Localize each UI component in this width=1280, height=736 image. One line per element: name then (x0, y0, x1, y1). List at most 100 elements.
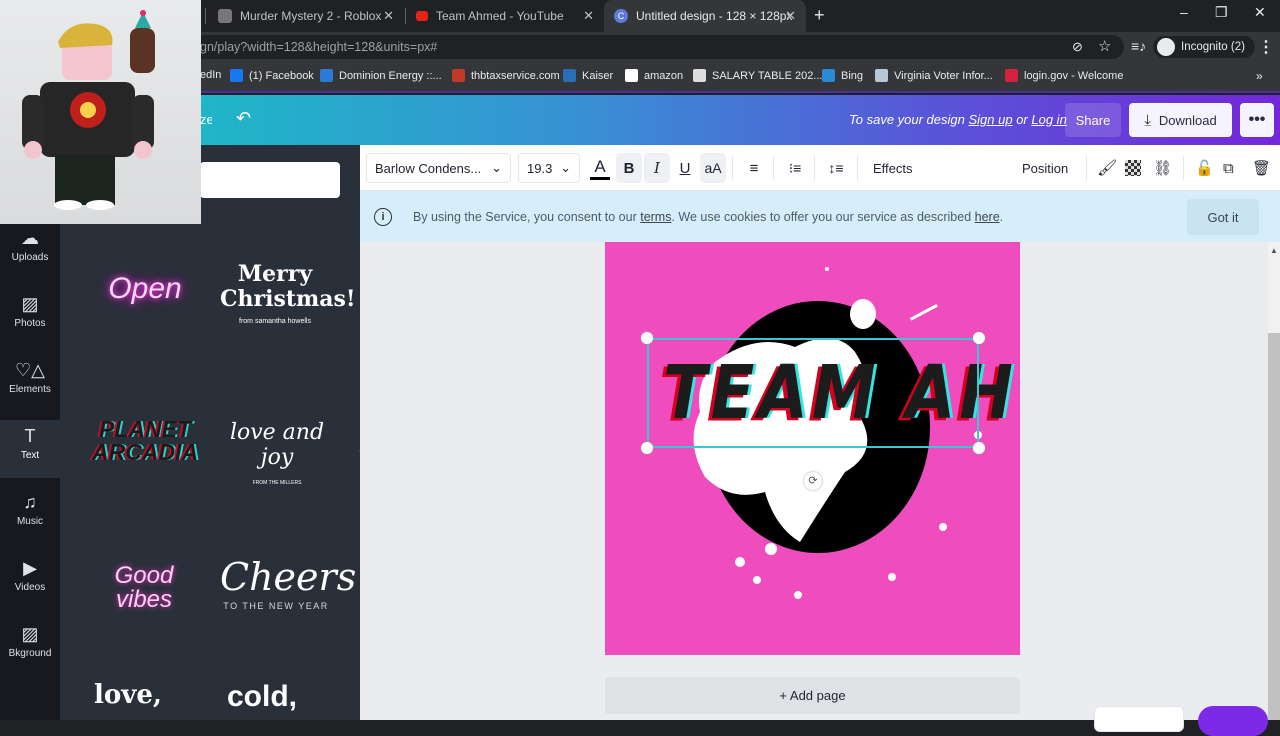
terms-link[interactable]: terms (640, 210, 671, 224)
rail-item-videos[interactable]: ▶ Videos (0, 552, 60, 610)
template-search-input[interactable] (200, 162, 340, 198)
template-cold[interactable]: cold, (227, 680, 297, 714)
new-tab-button[interactable]: + (814, 5, 825, 26)
align-center-button[interactable]: ≡ (744, 153, 764, 183)
rail-item-uploads[interactable]: ☁ Uploads (0, 222, 60, 280)
close-window-button[interactable]: ✕ (1254, 4, 1266, 21)
template-title: cold, (227, 680, 298, 713)
spacing-button[interactable]: ↕≡ (826, 153, 846, 183)
bookmarks-overflow-button[interactable]: » (1256, 69, 1263, 83)
rail-item-text[interactable]: T Text (0, 420, 60, 478)
bookmark-dominion[interactable]: Dominion Energy ::... (320, 69, 442, 82)
bkground-icon: ▨ (21, 624, 39, 644)
text-color-icon: A (594, 156, 606, 176)
position-button[interactable]: Position (1022, 153, 1068, 183)
got-it-button[interactable]: Got it (1187, 199, 1259, 235)
resize-handle-bottom-right[interactable] (973, 442, 985, 454)
letter-case-button[interactable]: aA (700, 153, 726, 183)
letter-case-icon: aA (704, 160, 722, 176)
close-tab-icon[interactable]: ✕ (785, 8, 796, 24)
tab-youtube[interactable]: Team Ahmed - YouTube ✕ (406, 0, 604, 32)
profile-label: Incognito (2) (1181, 41, 1245, 53)
share-button[interactable]: Share (1065, 103, 1121, 137)
rail-item-photos[interactable]: ▨ Photos (0, 288, 60, 346)
transparency-button[interactable] (1124, 153, 1142, 183)
resize-handle-bottom-left[interactable] (641, 442, 653, 454)
rail-item-music[interactable]: ♫ Music (0, 486, 60, 544)
bookmark-amazon[interactable]: amazon (625, 69, 683, 82)
template-love-and-joy[interactable]: love and joy FROM THE MILLERS (222, 420, 332, 486)
here-link[interactable]: here (975, 210, 1000, 224)
salary-icon (693, 69, 706, 82)
toolbar-divider (1183, 156, 1184, 180)
tab-title: Team Ahmed - YouTube (436, 9, 564, 23)
scrollbar-thumb[interactable] (1268, 333, 1280, 720)
bookmark-facebook[interactable]: (1) Facebook (230, 69, 314, 82)
italic-button[interactable]: I (644, 153, 670, 183)
scroll-up-arrow-icon[interactable]: ▲ (1270, 246, 1278, 255)
close-tab-icon[interactable]: ✕ (583, 8, 594, 24)
add-page-button[interactable]: + Add page (605, 677, 1020, 714)
font-size-dropdown[interactable]: 19.3 ⌄ (518, 153, 580, 183)
bookmark-bing[interactable]: Bing (822, 69, 863, 82)
bookmark-logingov[interactable]: login.gov - Welcome (1005, 69, 1123, 82)
rail-item-label: Bkground (8, 648, 52, 659)
bookmark-linkedin[interactable]: edIn (200, 69, 221, 81)
rotate-handle-icon[interactable]: ⟳ (804, 472, 822, 490)
rail-item-elements[interactable]: ♡△ Elements (0, 354, 60, 412)
browser-menu-icon[interactable]: ⋮ (1258, 37, 1274, 57)
lock-button[interactable]: 🔓 (1195, 153, 1214, 183)
effects-button[interactable]: Effects (873, 153, 913, 183)
tab-roblox[interactable]: Murder Mystery 2 - Roblox ✕ (208, 0, 404, 32)
log-in-link[interactable]: Log in (1031, 112, 1066, 127)
delete-button[interactable]: 🗑 (1252, 153, 1271, 183)
bookmark-label: login.gov - Welcome (1024, 69, 1124, 82)
tab-canva[interactable]: C Untitled design - 128 × 128px ✕ (604, 0, 806, 32)
tracking-blocked-icon[interactable]: ⊘ (1072, 39, 1083, 55)
copy-style-button[interactable]: 🖌 (1097, 153, 1117, 183)
font-name: Barlow Condens... (375, 160, 482, 176)
bookmark-tax[interactable]: thbtaxservice.com (452, 69, 560, 82)
link-button[interactable]: ⛓ (1153, 153, 1172, 183)
sign-up-link[interactable]: Sign up (968, 112, 1012, 127)
maximize-button[interactable]: ❐ (1215, 4, 1228, 21)
underline-button[interactable]: U (674, 153, 696, 183)
undo-icon[interactable]: ↶ (236, 108, 251, 129)
avatar-overlay (0, 0, 201, 224)
list-button[interactable]: ⁝≡ (785, 153, 805, 183)
close-tab-icon[interactable]: ✕ (383, 8, 394, 24)
resize-handle-top-left[interactable] (641, 332, 653, 344)
url-text: gn/play?width=128&height=128&units=px# (200, 40, 438, 54)
youtube-icon (416, 11, 428, 21)
elements-icon: ♡△ (15, 360, 45, 380)
download-button[interactable]: ⤓ Download (1129, 103, 1232, 137)
template-planet-arcadia[interactable]: PLANET ARCADIA (92, 418, 198, 464)
template-good-vibes[interactable]: Good vibes (104, 564, 184, 612)
uploads-icon: ☁ (21, 228, 39, 248)
more-options-button[interactable]: ••• (1240, 103, 1274, 137)
bookmark-star-icon[interactable]: ☆ (1098, 37, 1111, 55)
template-love[interactable]: love, (94, 680, 162, 710)
rail-item-bkground[interactable]: ▨ Bkground (0, 618, 60, 676)
bold-button[interactable]: B (616, 153, 642, 183)
duplicate-button[interactable]: ⧉ (1223, 153, 1234, 183)
font-family-dropdown[interactable]: Barlow Condens... ⌄ (366, 153, 511, 183)
media-control-icon[interactable]: ≡♪ (1131, 38, 1146, 54)
help-button[interactable] (1198, 706, 1268, 736)
design-page[interactable]: TEAM AH ⟳ (605, 242, 1020, 655)
template-merry-christmas[interactable]: Merry Christmas! from samantha howells (220, 262, 356, 326)
facebook-icon (230, 69, 243, 82)
bookmark-document[interactable]: Virginia Voter Infor... (875, 69, 993, 82)
bold-icon: B (623, 159, 635, 177)
incognito-profile-button[interactable]: Incognito (2) (1153, 36, 1255, 58)
resize-menu-button[interactable]: ze (200, 112, 212, 127)
bookmark-kaiser[interactable]: Kaiser (563, 69, 613, 82)
text-color-button[interactable]: A (590, 156, 610, 180)
resize-handle-top-right[interactable] (973, 332, 985, 344)
address-bar[interactable]: gn/play?width=128&height=128&units=px# (200, 35, 1124, 59)
minimize-button[interactable]: – (1180, 4, 1188, 20)
bookmark-salary[interactable]: SALARY TABLE 202... (693, 69, 822, 82)
template-open-neon[interactable]: Open (100, 272, 190, 306)
template-cheers[interactable]: Cheers TO THE NEW YEAR (220, 555, 356, 611)
zoom-control[interactable] (1094, 706, 1184, 732)
